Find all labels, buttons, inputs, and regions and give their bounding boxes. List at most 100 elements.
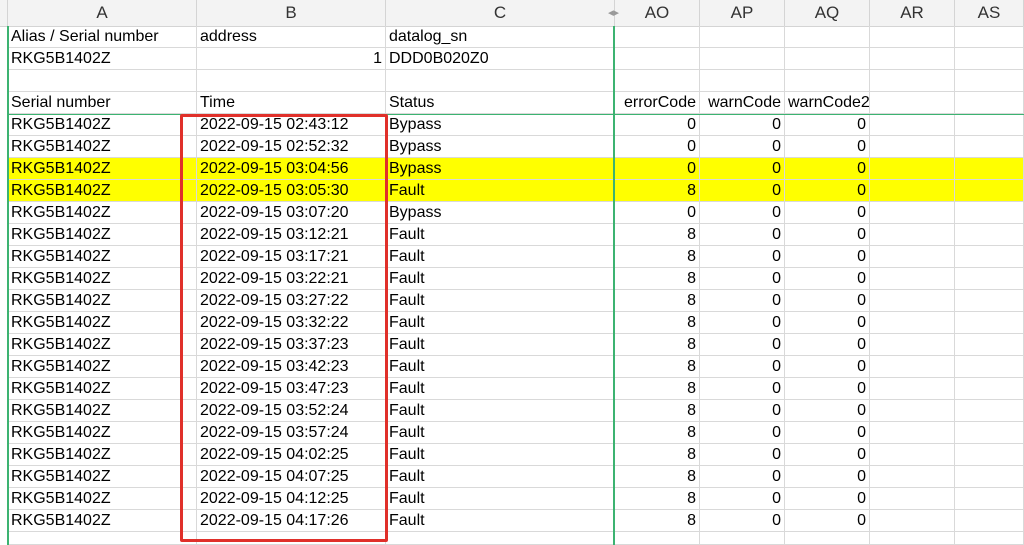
cell-ar-8[interactable]: [870, 180, 955, 202]
cell-as-3[interactable]: [955, 70, 1024, 92]
cell-b-23[interactable]: 2022-09-15 04:17:26: [197, 510, 386, 532]
cell-aq-16[interactable]: 0: [785, 356, 870, 378]
cell-b-8[interactable]: 2022-09-15 03:05:30: [197, 180, 386, 202]
cell-c-23[interactable]: Fault: [386, 510, 615, 532]
cell-ao-5[interactable]: 0: [615, 114, 700, 136]
cell-ao-13[interactable]: 8: [615, 290, 700, 312]
cell-ao-9[interactable]: 0: [615, 202, 700, 224]
cell-c-14[interactable]: Fault: [386, 312, 615, 334]
cell-ar-2[interactable]: [870, 48, 955, 70]
cell-c-19[interactable]: Fault: [386, 422, 615, 444]
cell-aq-10[interactable]: 0: [785, 224, 870, 246]
cell-ap-15[interactable]: 0: [700, 334, 785, 356]
column-header-ao[interactable]: AO: [615, 0, 700, 26]
cell-c-8[interactable]: Fault: [386, 180, 615, 202]
split-handle-icon[interactable]: ◂▸: [608, 6, 619, 19]
cell-as-23[interactable]: [955, 510, 1024, 532]
cell-b-19[interactable]: 2022-09-15 03:57:24: [197, 422, 386, 444]
cell-ar-9[interactable]: [870, 202, 955, 224]
cell-b-15[interactable]: 2022-09-15 03:37:23: [197, 334, 386, 356]
cell-b-20[interactable]: 2022-09-15 04:02:25: [197, 444, 386, 466]
cell-aq-17[interactable]: 0: [785, 378, 870, 400]
cell-partial-row[interactable]: [785, 532, 870, 545]
cell-ap-6[interactable]: 0: [700, 136, 785, 158]
cell-ap-9[interactable]: 0: [700, 202, 785, 224]
cell-as-4[interactable]: [955, 92, 1024, 114]
cell-partial-row[interactable]: [197, 532, 386, 545]
cell-ar-13[interactable]: [870, 290, 955, 312]
cell-ao-19[interactable]: 8: [615, 422, 700, 444]
cell-ao-10[interactable]: 8: [615, 224, 700, 246]
cell-b-4[interactable]: Time: [197, 92, 386, 114]
cell-a-15[interactable]: RKG5B1402Z: [8, 334, 197, 356]
cell-a-19[interactable]: RKG5B1402Z: [8, 422, 197, 444]
cell-ar-20[interactable]: [870, 444, 955, 466]
cell-as-17[interactable]: [955, 378, 1024, 400]
cell-ao-14[interactable]: 8: [615, 312, 700, 334]
cell-aq-19[interactable]: 0: [785, 422, 870, 444]
cell-b-14[interactable]: 2022-09-15 03:32:22: [197, 312, 386, 334]
freeze-pane-horizontal[interactable]: [8, 114, 1024, 115]
cell-c-13[interactable]: Fault: [386, 290, 615, 312]
cell-ao-3[interactable]: [615, 70, 700, 92]
cell-as-14[interactable]: [955, 312, 1024, 334]
cell-ao-2[interactable]: [615, 48, 700, 70]
cell-aq-6[interactable]: 0: [785, 136, 870, 158]
cell-ao-15[interactable]: 8: [615, 334, 700, 356]
cell-aq-11[interactable]: 0: [785, 246, 870, 268]
cell-b-5[interactable]: 2022-09-15 02:43:12: [197, 114, 386, 136]
cell-ar-15[interactable]: [870, 334, 955, 356]
select-all-corner[interactable]: [0, 0, 8, 26]
cell-as-22[interactable]: [955, 488, 1024, 510]
cell-ap-7[interactable]: 0: [700, 158, 785, 180]
column-header-ar[interactable]: AR: [870, 0, 955, 26]
cell-c-12[interactable]: Fault: [386, 268, 615, 290]
cell-ar-6[interactable]: [870, 136, 955, 158]
cell-a-7[interactable]: RKG5B1402Z: [8, 158, 197, 180]
cell-ap-5[interactable]: 0: [700, 114, 785, 136]
cell-ao-11[interactable]: 8: [615, 246, 700, 268]
cell-ap-4[interactable]: warnCode: [700, 92, 785, 114]
cell-c-16[interactable]: Fault: [386, 356, 615, 378]
cell-a-17[interactable]: RKG5B1402Z: [8, 378, 197, 400]
cell-partial-row[interactable]: [8, 532, 197, 545]
cell-b-13[interactable]: 2022-09-15 03:27:22: [197, 290, 386, 312]
cell-aq-22[interactable]: 0: [785, 488, 870, 510]
cell-c-21[interactable]: Fault: [386, 466, 615, 488]
cell-aq-3[interactable]: [785, 70, 870, 92]
cell-aq-14[interactable]: 0: [785, 312, 870, 334]
cell-a-3[interactable]: [8, 70, 197, 92]
cell-aq-13[interactable]: 0: [785, 290, 870, 312]
cell-a-21[interactable]: RKG5B1402Z: [8, 466, 197, 488]
cell-c-6[interactable]: Bypass: [386, 136, 615, 158]
cell-a-8[interactable]: RKG5B1402Z: [8, 180, 197, 202]
cell-c-15[interactable]: Fault: [386, 334, 615, 356]
cell-a-16[interactable]: RKG5B1402Z: [8, 356, 197, 378]
cell-ao-16[interactable]: 8: [615, 356, 700, 378]
cell-aq-8[interactable]: 0: [785, 180, 870, 202]
cell-as-20[interactable]: [955, 444, 1024, 466]
cell-a-5[interactable]: RKG5B1402Z: [8, 114, 197, 136]
cell-ap-10[interactable]: 0: [700, 224, 785, 246]
cell-a-12[interactable]: RKG5B1402Z: [8, 268, 197, 290]
cell-c-7[interactable]: Bypass: [386, 158, 615, 180]
cell-a-4[interactable]: Serial number: [8, 92, 197, 114]
cell-ao-18[interactable]: 8: [615, 400, 700, 422]
cell-c-9[interactable]: Bypass: [386, 202, 615, 224]
cell-a-1[interactable]: Alias / Serial number: [8, 26, 197, 48]
cell-as-10[interactable]: [955, 224, 1024, 246]
cell-c-1[interactable]: datalog_sn: [386, 26, 615, 48]
cell-ap-8[interactable]: 0: [700, 180, 785, 202]
cell-ao-23[interactable]: 8: [615, 510, 700, 532]
column-header-c[interactable]: C: [386, 0, 615, 26]
column-header-ap[interactable]: AP: [700, 0, 785, 26]
cell-ap-17[interactable]: 0: [700, 378, 785, 400]
cell-ar-19[interactable]: [870, 422, 955, 444]
cell-ar-10[interactable]: [870, 224, 955, 246]
cell-partial-row[interactable]: [615, 532, 700, 545]
cell-ao-17[interactable]: 8: [615, 378, 700, 400]
cell-c-18[interactable]: Fault: [386, 400, 615, 422]
cell-aq-15[interactable]: 0: [785, 334, 870, 356]
cell-aq-20[interactable]: 0: [785, 444, 870, 466]
cell-ap-22[interactable]: 0: [700, 488, 785, 510]
